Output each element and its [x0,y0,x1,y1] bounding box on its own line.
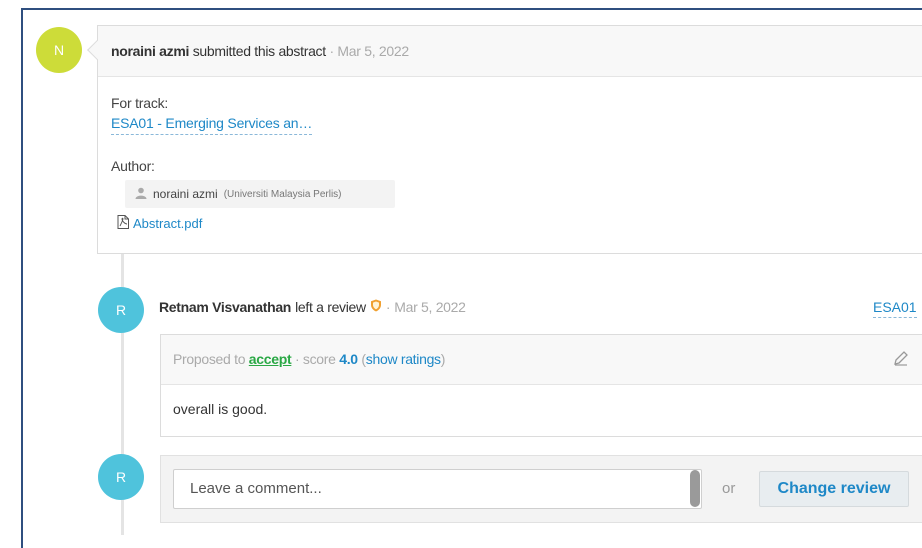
author-affiliation: (Universiti Malaysia Perlis) [223,188,342,200]
review-date: Mar 5, 2022 [394,299,466,315]
change-review-button[interactable]: Change review [759,471,909,507]
review-card: Proposed to accept · score 4.0 (show rat… [160,334,922,437]
submission-action: submitted this abstract [192,43,326,59]
submitter-avatar: N [36,27,82,73]
proposed-prefix: Proposed to [173,351,246,367]
review-proposal: Proposed to accept · score 4.0 (show rat… [161,335,922,385]
separator: · [329,43,334,59]
comment-bar: Leave a comment... or Change review [160,455,922,523]
track-label: For track: [111,95,169,111]
submission-card: noraini azmi submitted this abstract · M… [87,25,922,254]
edit-pencil-icon[interactable] [892,349,910,372]
paren-close: ) [440,351,446,367]
abstract-pdf-label: Abstract.pdf [133,216,203,231]
separator: · [385,299,391,315]
review-comment: overall is good. [173,401,268,417]
track-link[interactable]: ESA01 - Emerging Services an… [111,115,312,135]
current-user-avatar: R [98,454,144,500]
user-icon [135,187,147,202]
author-label: Author: [111,158,155,174]
submission-header: noraini azmi submitted this abstract · M… [98,26,922,77]
proposed-action: accept [248,351,292,367]
abstract-pdf-link[interactable]: Abstract.pdf [117,215,202,232]
reviewer-shield-icon [370,299,382,315]
reviewer-name[interactable]: Retnam Visvanathan [159,299,291,315]
author-chip[interactable]: noraini azmi (Universiti Malaysia Perlis… [125,180,395,208]
comment-input[interactable]: Leave a comment... [173,469,702,509]
author-name: noraini azmi [153,187,218,201]
track-code-link[interactable]: ESA01 [873,299,917,318]
submitter-name[interactable]: noraini azmi [111,43,189,59]
reviewer-avatar: R [98,287,144,333]
or-label: or [722,480,736,497]
score-value: 4.0 [339,351,358,367]
show-ratings-link[interactable]: show ratings [366,351,441,367]
review-action: left a review [295,299,366,315]
score-prefix: · score [294,351,336,367]
review-header: Retnam Visvanathan left a review · Mar 5… [159,299,466,315]
submission-date: Mar 5, 2022 [337,43,409,59]
pdf-file-icon [117,215,129,232]
input-resize-handle[interactable] [690,470,700,507]
